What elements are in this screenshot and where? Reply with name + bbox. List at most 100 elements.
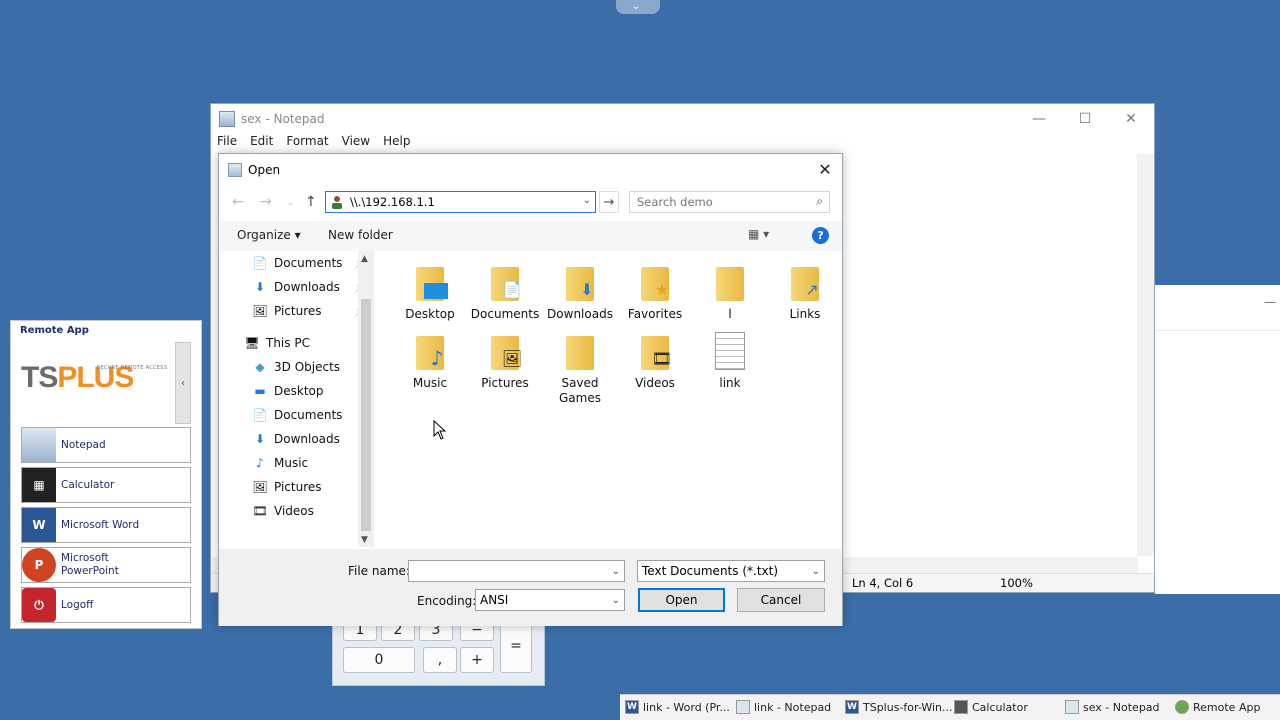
dialog-close-icon[interactable]: ✕ [816,160,834,179]
organize-button[interactable]: Organize ▾ [237,228,301,242]
nav-item-pictures-quick[interactable]: 🖼Pictures📌 [252,303,367,319]
taskbar-item-sex-notepad[interactable]: sex - Notepad [1065,700,1160,714]
taskbar-item-tsplus-word[interactable]: W TSplus-for-Win... [845,700,953,714]
download-icon: ⬇ [580,279,594,299]
address-input[interactable] [350,195,570,209]
music-icon: ♪ [256,456,264,470]
minimize-icon[interactable]: — [1016,104,1062,134]
folder-item-music[interactable]: ♪ Music [393,332,467,391]
file-type-select[interactable]: Text Documents (*.txt) ⌄ [637,560,825,582]
notepad-vertical-scrollbar[interactable] [1137,154,1154,556]
nav-item-pictures[interactable]: 🖼 Pictures [252,479,321,495]
taskbar-item-calculator[interactable]: Calculator [954,700,1028,714]
top-collapse-handle[interactable]: ⌄ [616,0,660,14]
nav-item-desktop[interactable]: ▬ Desktop [252,383,323,399]
folder-item-videos[interactable]: 🎞 Videos [618,332,692,391]
chevron-down-icon[interactable]: ⌄ [583,195,591,206]
taskbar-item-word[interactable]: Wlink - Word (Pr... [625,700,730,714]
folder-item-l[interactable]: l [693,263,767,322]
folder-item-saved-games[interactable]: Saved Games [543,332,617,406]
remote-app-logoff-button[interactable]: ⏻ Logoff [21,587,191,623]
desktop-icon [424,283,448,299]
folder-item-desktop[interactable]: Desktop [393,263,467,322]
menu-edit[interactable]: Edit [250,134,273,154]
window-controls: — ☐ ✕ [1016,104,1154,134]
search-input[interactable] [637,195,807,209]
open-button[interactable]: Open [638,588,725,612]
back-arrow-icon[interactable]: ← [232,194,244,210]
up-arrow-icon[interactable]: ↑ [305,194,317,210]
background-window: — [1155,285,1280,594]
remote-app-word-button[interactable]: W Microsoft Word [21,507,191,543]
search-box[interactable]: ⌕ [629,191,830,213]
word-icon: W [845,700,859,714]
file-name-label: File name: [348,564,410,578]
file-list: Desktop 📄 Documents ⬇ Downloads ★ Favorites… [379,251,842,548]
menu-file[interactable]: File [217,134,237,154]
notepad-icon [219,111,235,127]
nav-item-downloads-quick[interactable]: ⬇Downloads📌 [252,279,367,295]
mouse-cursor-icon [433,420,447,440]
maximize-icon[interactable]: ☐ [1062,104,1108,134]
file-item-link[interactable]: link [693,332,767,391]
folder-item-downloads[interactable]: ⬇ Downloads [543,263,617,322]
folder-item-favorites[interactable]: ★ Favorites [618,263,692,322]
nav-item-3d-objects[interactable]: ◆ 3D Objects [252,359,340,375]
menu-format[interactable]: Format [286,134,328,154]
calc-key-equals[interactable]: = [500,619,532,673]
file-name-field[interactable]: ⌄ [408,560,625,582]
search-icon[interactable]: ⌕ [816,194,823,209]
scroll-down-icon[interactable]: ▼ [361,535,368,545]
chevron-down-icon: ⌄ [632,1,641,12]
remote-app-title: Remote App [20,325,89,336]
view-options-icon[interactable]: ▦ ▾ [748,227,769,241]
notepad-titlebar: sex - Notepad [211,104,1154,134]
menu-view[interactable]: View [342,134,370,154]
encoding-select[interactable]: ANSI ⌄ [475,589,625,611]
remote-app-panel: Remote App TSPLUS SECURE REMOTE ACCESS ‹… [10,320,202,629]
dialog-bottom-panel: File name: ⌄ Text Documents (*.txt) ⌄ Enc… [219,549,842,626]
new-folder-button[interactable]: New folder [328,228,393,242]
cancel-button[interactable]: Cancel [737,588,825,612]
scrollbar-thumb[interactable] [361,299,371,531]
recent-locations-chevron-icon[interactable]: ⌄ [287,198,295,208]
word-icon: W [22,508,56,542]
nav-item-documents-quick[interactable]: 📄Documents📌 [252,255,368,271]
forward-arrow-icon[interactable]: → [260,194,272,210]
notepad-icon [736,700,750,714]
film-icon: 🎞 [651,348,673,368]
status-zoom: 100% [1000,576,1033,590]
computer-icon: 🖥 [244,336,260,350]
address-bar[interactable]: ⌄ [325,191,596,213]
download-icon: ⬇ [254,432,266,446]
folder-item-pictures[interactable]: 🖼 Pictures [468,332,542,391]
taskbar-item-remote-app[interactable]: Remote App [1175,700,1260,714]
calc-key-0[interactable]: 0 [343,647,415,673]
menu-help[interactable]: Help [383,134,410,154]
desktop-icon: ▬ [254,384,266,398]
navigation-scrollbar[interactable]: ▲ ▼ [358,251,374,547]
document-icon: 📄 [252,408,268,422]
nav-item-videos[interactable]: 🎞 Videos [252,503,314,519]
nav-item-music[interactable]: ♪ Music [252,455,308,471]
remote-app-powerpoint-button[interactable]: P Microsoft PowerPoint [21,547,191,583]
nav-item-downloads[interactable]: ⬇ Downloads [252,431,340,447]
pictures-icon: 🖼 [501,348,523,368]
help-icon[interactable]: ? [812,227,829,244]
chevron-down-icon[interactable]: ⌄ [612,566,620,577]
taskbar-item-link-notepad[interactable]: link - Notepad [736,700,831,714]
go-arrow-icon[interactable]: → [599,191,619,213]
remote-app-calculator-button[interactable]: ▦ Calculator [21,467,191,503]
remote-app-notepad-button[interactable]: Notepad [21,427,191,463]
nav-item-this-pc[interactable]: 🖥 This PC [244,335,310,351]
close-icon[interactable]: ✕ [1108,104,1154,134]
panel-collapse-button[interactable]: ‹ [175,342,191,424]
folder-icon [560,332,600,372]
scroll-up-icon[interactable]: ▲ [361,254,368,264]
folder-item-documents[interactable]: 📄 Documents [468,263,542,322]
folder-item-links[interactable]: ↗ Links [768,263,842,322]
nav-item-documents[interactable]: 📄 Documents [252,407,343,423]
calc-key-plus[interactable]: + [460,647,494,673]
network-user-icon [330,194,344,210]
calc-key-comma[interactable]: , [423,647,457,673]
